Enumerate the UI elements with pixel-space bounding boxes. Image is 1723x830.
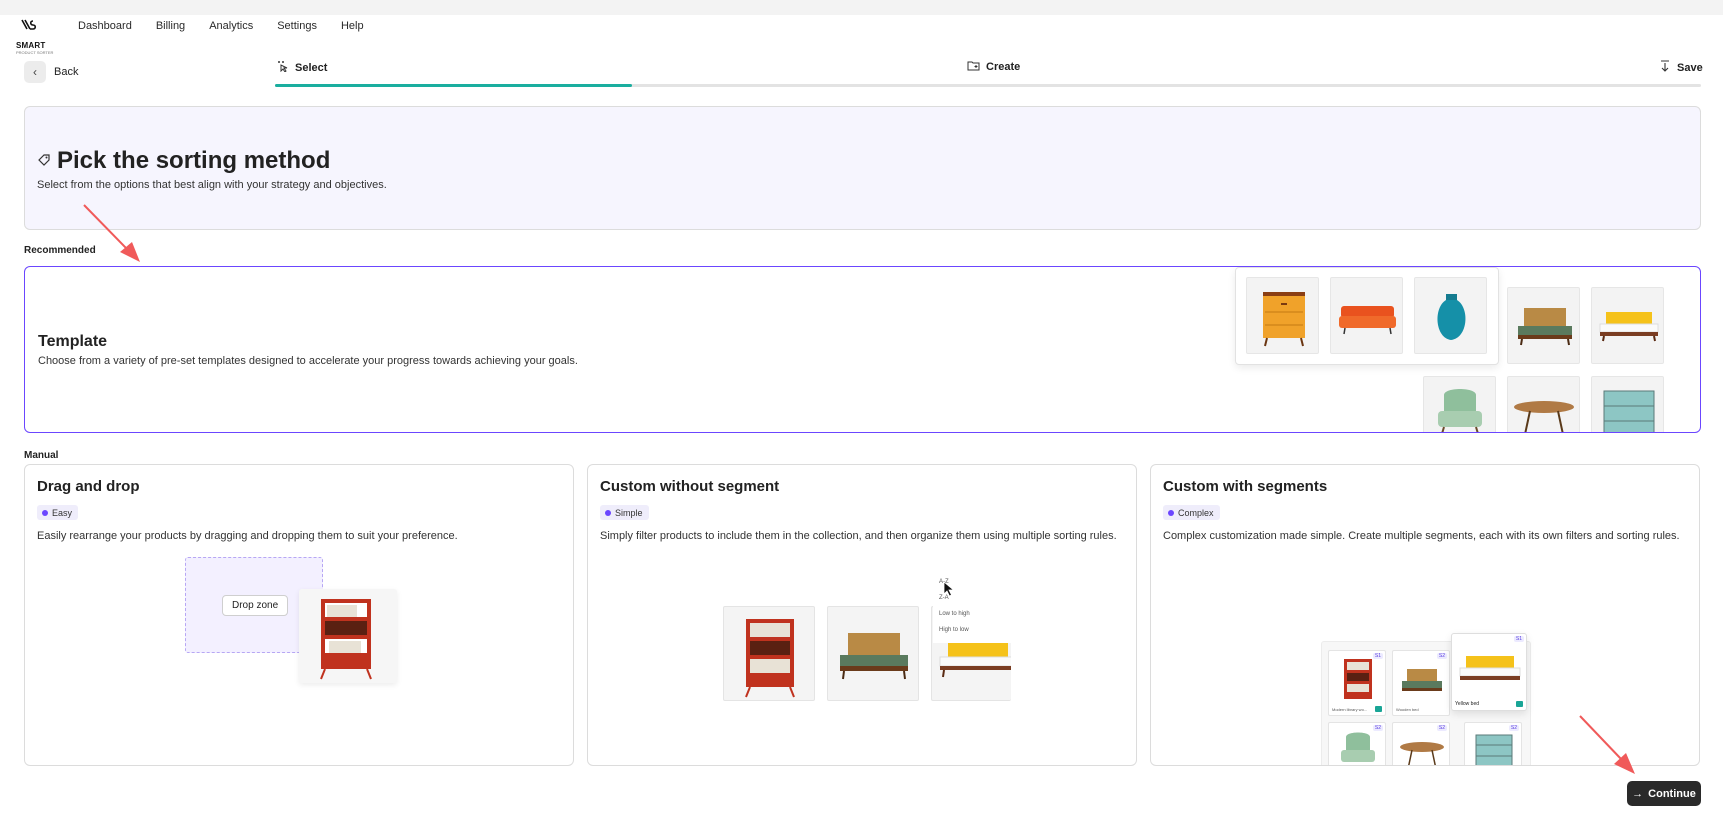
- pointer-cursor-icon: [943, 581, 955, 600]
- segment-item-cabinet: S2: [1464, 722, 1522, 765]
- template-option-card[interactable]: Template Choose from a variety of pre-se…: [24, 266, 1701, 433]
- top-navigation: SMART PRODUCT SORTER Dashboard Billing A…: [0, 15, 1723, 55]
- card-title: Custom without segment: [600, 478, 780, 495]
- sparkle-cursor-icon: [277, 60, 289, 75]
- badge-dot: [42, 509, 48, 516]
- badge-label: Simple: [615, 507, 643, 518]
- sofa-thumbnail: [1330, 277, 1403, 354]
- step-create[interactable]: Create: [967, 60, 1020, 74]
- segment-item-label: Wooden bed: [1396, 707, 1419, 712]
- sort-option-low-high: Low to high: [939, 611, 970, 617]
- bookshelf-draggable: [299, 589, 397, 683]
- segment-item-label: Yellow bed: [1455, 701, 1480, 707]
- step-select-label: Select: [295, 61, 328, 74]
- card-description: Simply filter products to include them i…: [600, 530, 1117, 542]
- step-save-label: Save: [1677, 61, 1703, 74]
- segment-tag: S1: [1372, 653, 1383, 659]
- cabinet-thumbnail: [1591, 376, 1664, 432]
- progress-track: [275, 84, 1701, 87]
- template-title: Template: [38, 333, 108, 350]
- segment-item-bookshelf: S1 Modern library wo...: [1328, 650, 1386, 716]
- badge-label: Complex: [1178, 507, 1214, 518]
- segment-tag: S2: [1508, 725, 1519, 731]
- back-button[interactable]: ‹ Back: [24, 61, 78, 83]
- section-label-manual: Manual: [24, 450, 59, 461]
- tag-icon: [37, 153, 51, 170]
- download-icon: [1659, 60, 1671, 75]
- badge-dot: [605, 509, 611, 516]
- segment-item-label: Modern library wo...: [1332, 707, 1368, 712]
- vase-thumbnail: [1414, 277, 1487, 354]
- difficulty-badge: Simple: [600, 505, 649, 520]
- badge-label: Easy: [52, 507, 73, 518]
- difficulty-badge: Easy: [37, 505, 79, 520]
- continue-label: Continue: [1648, 787, 1696, 800]
- badge-dot: [1168, 509, 1174, 516]
- segment-item-yellow-bed: S1 Yellow bed: [1451, 633, 1527, 711]
- browser-top-strip: [0, 0, 1723, 15]
- segment-tag: S2: [1436, 653, 1447, 659]
- segment-item-table: S2: [1392, 722, 1450, 765]
- drag-and-drop-card[interactable]: Drag and drop Easy Easily rearrange your…: [24, 464, 574, 766]
- step-save[interactable]: Save: [1659, 60, 1703, 75]
- segment-item-bed: S2 Wooden bed: [1392, 650, 1450, 716]
- card-title: Drag and drop: [37, 478, 140, 495]
- nav-analytics[interactable]: Analytics: [197, 20, 265, 32]
- back-label: Back: [54, 66, 79, 78]
- arrow-right-icon: →: [1632, 787, 1644, 800]
- card-description: Easily rearrange your products by draggi…: [37, 530, 458, 542]
- brand-mark-icon: [21, 19, 37, 30]
- stepper: Select Create Save: [275, 58, 1703, 90]
- segment-add-icon: [1516, 701, 1523, 707]
- page-title-text: Pick the sorting method: [57, 147, 331, 174]
- folder-plus-icon: [967, 60, 980, 74]
- drop-zone-label: Drop zone: [222, 595, 289, 616]
- step-create-label: Create: [986, 61, 1021, 73]
- chevron-left-icon: ‹: [24, 61, 46, 83]
- custom-with-segments-card[interactable]: Custom with segments Complex Complex cus…: [1150, 464, 1700, 766]
- page-subtitle: Select from the options that best align …: [37, 179, 387, 191]
- custom-without-segment-card[interactable]: Custom without segment Simple Simply fil…: [587, 464, 1137, 766]
- brand-tagline: PRODUCT SORTER: [16, 50, 54, 55]
- segment-item-armchair: S2: [1328, 722, 1386, 765]
- segment-add-icon: [1375, 706, 1382, 712]
- nav-help[interactable]: Help: [329, 20, 376, 32]
- brand-logo[interactable]: SMART PRODUCT SORTER: [16, 19, 54, 55]
- template-description: Choose from a variety of pre-set templat…: [38, 355, 578, 367]
- hero-panel: Pick the sorting method Select from the …: [24, 106, 1701, 230]
- continue-button[interactable]: → Continue: [1627, 781, 1701, 806]
- nav-dashboard[interactable]: Dashboard: [78, 20, 144, 32]
- dresser-thumbnail: [1246, 277, 1319, 354]
- segment-tag: S1: [1513, 636, 1524, 642]
- nav-billing[interactable]: Billing: [144, 20, 197, 32]
- yellow-bed-thumbnail: [1591, 287, 1664, 364]
- armchair-thumbnail: [1423, 376, 1496, 432]
- progress-fill: [275, 84, 632, 87]
- page-title: Pick the sorting method: [37, 147, 330, 175]
- nav-settings[interactable]: Settings: [265, 20, 329, 32]
- card-title: Custom with segments: [1163, 478, 1328, 495]
- difficulty-badge: Complex: [1163, 505, 1220, 520]
- table-thumbnail: [1507, 376, 1580, 432]
- bed-thumbnail: [827, 606, 919, 701]
- template-preview-front: [1235, 267, 1499, 365]
- section-label-recommended: Recommended: [24, 245, 96, 256]
- segment-tag: S2: [1372, 725, 1383, 731]
- segment-tag: S2: [1436, 725, 1447, 731]
- bed-thumbnail: [1507, 287, 1580, 364]
- step-select[interactable]: Select: [277, 60, 327, 75]
- bookshelf-thumbnail: [723, 606, 815, 701]
- nav-links: Dashboard Billing Analytics Settings Hel…: [78, 20, 376, 32]
- brand-name: SMART: [16, 41, 46, 50]
- card-description: Complex customization made simple. Creat…: [1163, 530, 1680, 542]
- sort-option-high-low: High to low: [939, 627, 969, 633]
